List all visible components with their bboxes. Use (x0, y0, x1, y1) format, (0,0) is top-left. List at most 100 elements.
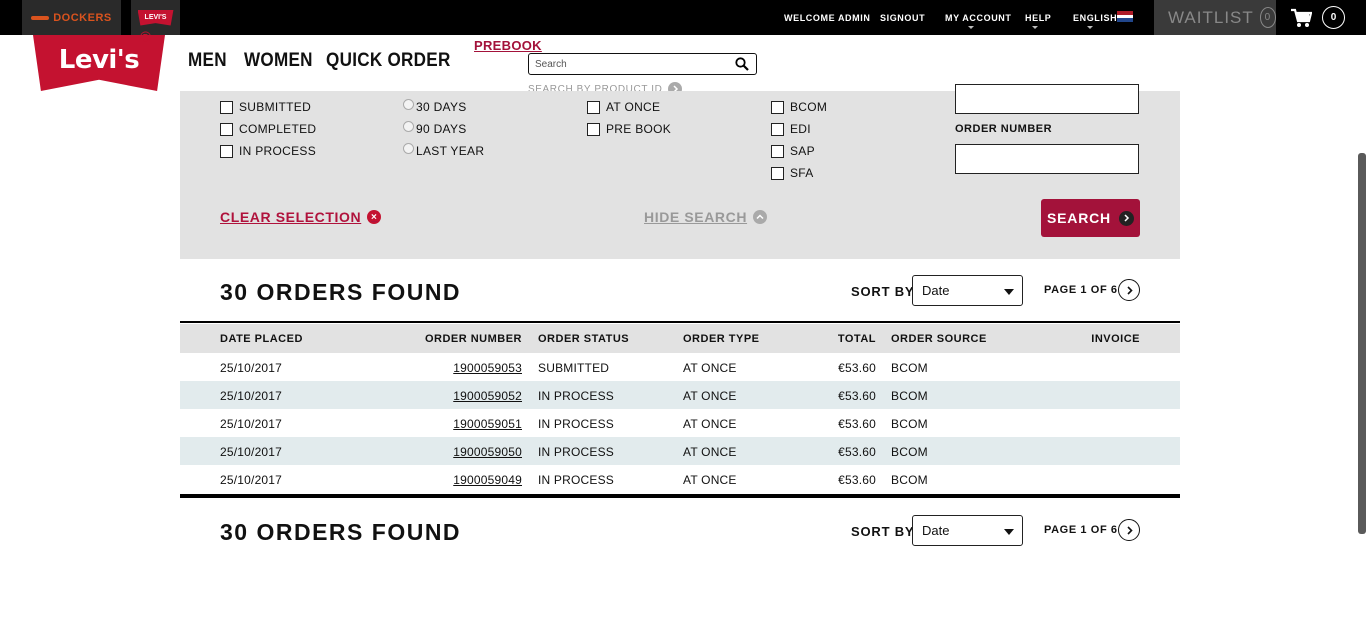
order-number-link[interactable]: 1900059049 (453, 473, 522, 487)
logo-text: Levi's (58, 45, 140, 75)
filter-panel: SUBMITTED COMPLETED IN PROCESS 30 DAYS 9… (180, 84, 1180, 259)
dockers-wing-icon (31, 14, 50, 22)
sort-select-bottom[interactable]: Date (912, 515, 1023, 546)
chevron-up-circle-icon (753, 210, 768, 224)
nav-women[interactable]: WOMEN (244, 50, 313, 72)
filter-period-30-days[interactable]: 30 DAYS (403, 98, 467, 114)
cell-type: AT ONCE (683, 389, 737, 403)
nav-quick-order[interactable]: QUICK ORDER (326, 50, 451, 72)
nav-men[interactable]: MEN (188, 50, 227, 72)
nav-prebook[interactable]: PREBOOK (474, 38, 542, 53)
table-row: 25/10/2017 1900059052 IN PROCESS AT ONCE… (180, 381, 1180, 409)
filter-source-sfa[interactable]: SFA (771, 166, 814, 180)
table-bottom-rule (180, 494, 1180, 498)
scrollbar-thumb[interactable] (1358, 153, 1366, 534)
my-account-link[interactable]: MY ACCOUNT (945, 13, 1012, 23)
order-number-link[interactable]: 1900059053 (453, 361, 522, 375)
table-row: 25/10/2017 1900059051 IN PROCESS AT ONCE… (180, 409, 1180, 437)
filter-period-last-year[interactable]: LAST YEAR (403, 142, 484, 158)
my-account-chevron-icon (968, 26, 974, 29)
search-input[interactable] (535, 55, 735, 74)
col-date-placed[interactable]: DATE PLACED (220, 333, 303, 345)
order-number-link[interactable]: 1900059051 (453, 417, 522, 431)
order-number-link[interactable]: 1900059052 (453, 389, 522, 403)
col-total[interactable]: TOTAL (838, 333, 876, 345)
table-top-rule (180, 321, 1180, 323)
checkbox[interactable] (771, 100, 784, 114)
dockers-label: DOCKERS (53, 11, 112, 24)
col-invoice: INVOICE (1091, 333, 1140, 345)
page-info: PAGE 1 OF 6 (1044, 284, 1118, 296)
sort-select-value: Date (922, 283, 950, 298)
sort-select[interactable]: Date (912, 275, 1023, 306)
chevron-right-icon (1126, 525, 1133, 535)
dropdown-caret-icon (1004, 289, 1014, 295)
filter-status-in-process[interactable]: IN PROCESS (220, 144, 316, 158)
cell-type: AT ONCE (683, 445, 737, 459)
language-chevron-icon (1087, 26, 1093, 29)
search-button[interactable]: SEARCH (1041, 199, 1140, 237)
checkbox[interactable] (771, 166, 784, 180)
filter-type-pre-book[interactable]: PRE BOOK (587, 122, 671, 136)
checkbox[interactable] (220, 100, 233, 114)
next-page-button-bottom[interactable] (1118, 519, 1140, 541)
signout-link[interactable]: SIGNOUT (880, 13, 925, 23)
cell-source: BCOM (891, 473, 928, 487)
filter-status-submitted[interactable]: SUBMITTED (220, 100, 311, 114)
cell-total: €53.60 (838, 473, 876, 487)
search-icon[interactable] (735, 57, 749, 71)
order-number-link[interactable]: 1900059050 (453, 445, 522, 459)
table-header: DATE PLACED ORDER NUMBER ORDER STATUS OR… (180, 324, 1180, 353)
checkbox[interactable] (771, 122, 784, 136)
col-order-source[interactable]: ORDER SOURCE (891, 333, 987, 345)
next-page-button[interactable] (1118, 279, 1140, 301)
filter-status-completed[interactable]: COMPLETED (220, 122, 316, 136)
filter-source-sap[interactable]: SAP (771, 144, 815, 158)
cart-count: 0 (1322, 6, 1345, 29)
radio[interactable] (403, 120, 414, 132)
filter-period-90-days[interactable]: 90 DAYS (403, 120, 467, 136)
cell-source: BCOM (891, 417, 928, 431)
chevron-right-icon (1126, 285, 1133, 295)
cart-button[interactable]: 0 (1282, 0, 1358, 35)
radio[interactable] (403, 98, 414, 110)
col-order-status[interactable]: ORDER STATUS (538, 333, 629, 345)
clear-selection-link[interactable]: CLEAR SELECTION × (220, 209, 382, 225)
cell-source: BCOM (891, 361, 928, 375)
table-row: 25/10/2017 1900059049 IN PROCESS AT ONCE… (180, 465, 1180, 493)
language-selector[interactable]: ENGLISH (1073, 13, 1117, 23)
levis-brand-tab[interactable]: LEVI'S (131, 0, 180, 35)
radio[interactable] (403, 142, 414, 154)
filter-source-bcom[interactable]: BCOM (771, 100, 827, 114)
checkbox[interactable] (771, 144, 784, 158)
welcome-text: WELCOME ADMIN (784, 12, 871, 23)
checkbox[interactable] (587, 100, 600, 114)
customer-field[interactable] (955, 84, 1139, 114)
cell-date: 25/10/2017 (220, 389, 283, 403)
cell-type: AT ONCE (683, 361, 737, 375)
orders-found-heading-bottom: 30 ORDERS FOUND (220, 519, 462, 545)
dropdown-caret-icon (1004, 529, 1014, 535)
filter-type-at-once[interactable]: AT ONCE (587, 100, 660, 114)
cell-date: 25/10/2017 (220, 361, 283, 375)
cell-date: 25/10/2017 (220, 417, 283, 431)
cell-total: €53.60 (838, 361, 876, 375)
cell-status: IN PROCESS (538, 389, 615, 403)
filter-source-edi[interactable]: EDI (771, 122, 811, 136)
waitlist-button[interactable]: WAITLIST 0 (1154, 0, 1276, 35)
checkbox[interactable] (587, 122, 600, 136)
checkbox[interactable] (220, 144, 233, 158)
dockers-brand-tab[interactable]: DOCKERS (22, 0, 121, 35)
cell-total: €53.60 (838, 389, 876, 403)
col-order-number[interactable]: ORDER NUMBER (425, 333, 522, 345)
sort-select-value: Date (922, 523, 950, 538)
hide-search-link[interactable]: HIDE SEARCH (644, 209, 768, 225)
search-box (528, 53, 757, 75)
checkbox[interactable] (220, 122, 233, 136)
col-order-type[interactable]: ORDER TYPE (683, 333, 760, 345)
cell-status: SUBMITTED (538, 361, 610, 375)
sort-by-label-bottom: SORT BY: (851, 524, 919, 539)
order-number-field[interactable] (955, 144, 1139, 174)
flag-icon[interactable] (1117, 11, 1133, 22)
help-link[interactable]: HELP (1025, 13, 1051, 23)
